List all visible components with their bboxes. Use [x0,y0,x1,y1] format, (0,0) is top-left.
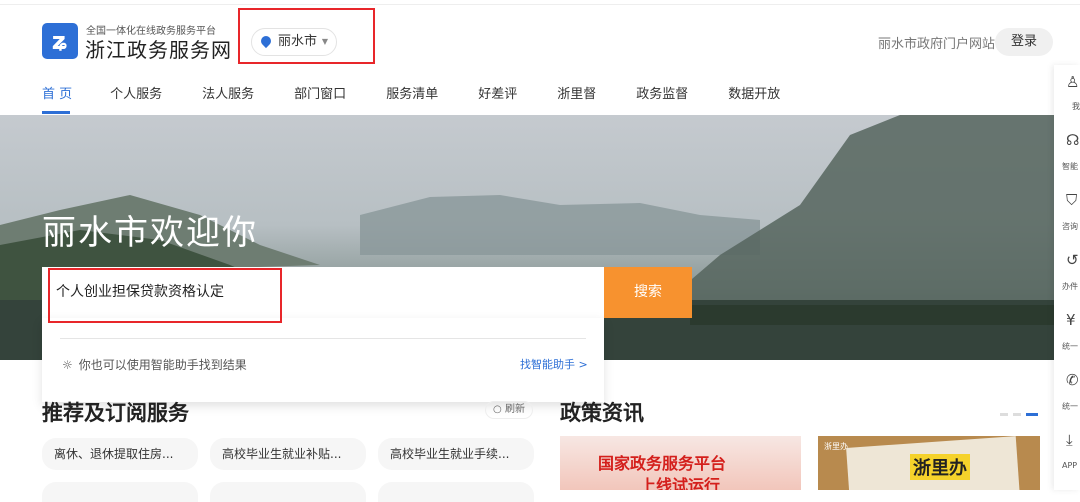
carousel-dots[interactable] [1000,413,1038,416]
sidebar-label[interactable]: APP [1062,461,1080,470]
download-icon[interactable]: ⤓ [1066,431,1080,449]
refresh-button[interactable]: ○ 刷新 [485,401,533,419]
news-badge: 浙里办 [824,442,848,451]
nav-home[interactable]: 首 页 [42,83,72,102]
logo-title[interactable]: 浙江政务服务网 [85,34,232,63]
nav-rating[interactable]: 好差评 [478,83,517,102]
nav-personal[interactable]: 个人服务 [110,83,162,102]
right-sidebar: ♙ 我 ☊ 智能 ⛉ 咨询 ↺ 办件 ¥ 统一 ✆ 统一 ⤓ APP [1054,65,1080,490]
recommend-title: 推荐及订阅服务 [42,401,189,425]
service-chip[interactable]: 高校毕业生就业手续... [378,438,534,470]
search-button[interactable]: 搜索 [604,267,692,318]
policy-title: 政策资讯 [560,401,644,425]
highlight-box-search [48,268,282,323]
refresh-label: 刷新 [504,404,525,415]
divider [60,338,586,339]
nav-corporate[interactable]: 法人服务 [202,83,254,102]
assistant-tip: ☼ 你也可以使用智能助手找到结果 [62,356,247,373]
top-divider [0,4,1080,5]
nav-zheli-du[interactable]: 浙里督 [557,83,596,102]
phone-icon[interactable]: ✆ [1066,371,1080,389]
sidebar-label[interactable]: 我 [1072,101,1080,112]
sidebar-label[interactable]: 智能 [1062,161,1080,172]
news-headline: 国家政务服务平台 [598,454,727,473]
nav-supervision[interactable]: 政务监督 [636,83,688,102]
news-headline: 浙里办 [910,454,970,480]
login-button[interactable]: 登录 [995,28,1053,56]
nav-open-data[interactable]: 数据开放 [728,83,780,102]
logo-icon[interactable]: ʑ [42,23,78,59]
sidebar-label[interactable]: 咨询 [1062,221,1080,232]
hero-title: 丽水市欢迎你 [42,213,258,253]
service-chip[interactable] [378,482,534,502]
nav-service-list[interactable]: 服务清单 [386,83,438,102]
service-chip[interactable] [210,482,366,502]
assistant-link[interactable]: 找智能助手 > [520,356,588,372]
news-card[interactable]: 国家政务服务平台上线试运行 [560,436,801,490]
nav-departments[interactable]: 部门窗口 [294,83,346,102]
news-card[interactable]: 浙里办 浙里办 [818,436,1040,490]
portal-link[interactable]: 丽水市政府门户网站 [878,33,995,52]
main-nav: 首 页 个人服务 法人服务 部门窗口 服务清单 好差评 浙里督 政务监督 数据开… [42,83,820,102]
user-icon[interactable]: ♙ [1066,73,1080,91]
news-sub: 上线试运行 [640,476,721,490]
sidebar-label[interactable]: 办件 [1062,281,1080,292]
headset-icon[interactable]: ☊ [1066,131,1080,149]
sidebar-label[interactable]: 统一 [1062,341,1080,352]
shield-icon[interactable]: ⛉ [1066,191,1080,209]
search-suggestion-dropdown: ☼ 你也可以使用智能助手找到结果 找智能助手 > [42,318,604,402]
service-chip[interactable] [42,482,198,502]
tip-text: 你也可以使用智能助手找到结果 [78,358,247,372]
highlight-box-city [238,8,375,64]
nav-active-indicator [42,111,70,114]
history-icon[interactable]: ↺ [1066,251,1080,269]
service-chip[interactable]: 高校毕业生就业补贴... [210,438,366,470]
sidebar-label[interactable]: 统一 [1062,401,1080,412]
yuan-icon[interactable]: ¥ [1066,311,1080,329]
lightbulb-icon: ☼ [62,358,73,372]
service-chip[interactable]: 离休、退休提取住房... [42,438,198,470]
